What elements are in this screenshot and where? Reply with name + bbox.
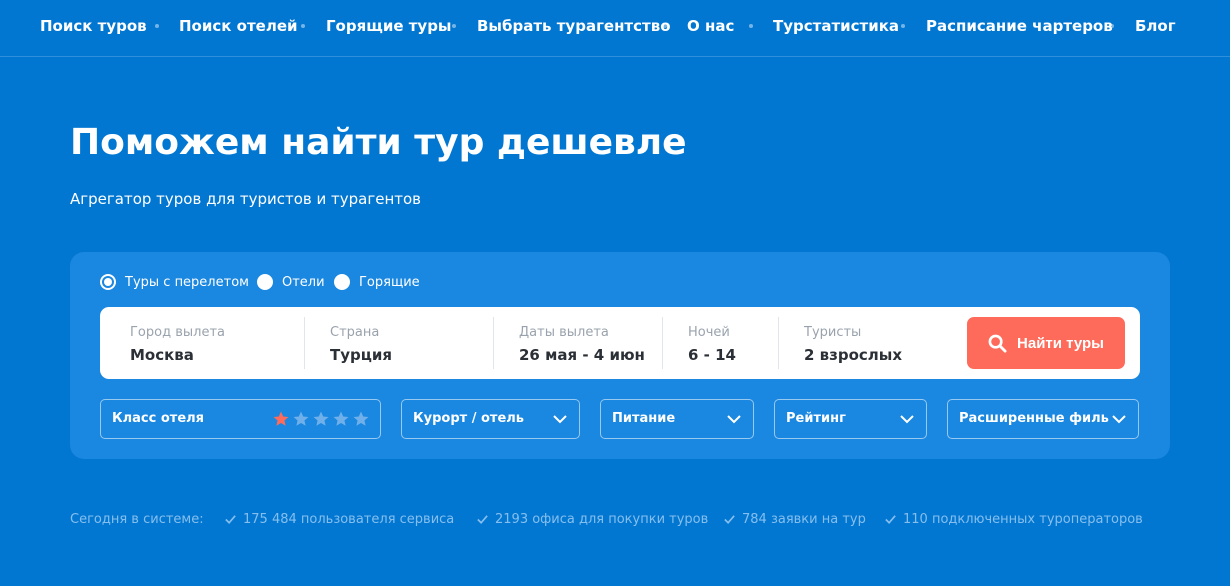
field-divider [304, 317, 305, 369]
nav-separator-dot [1110, 24, 1114, 28]
find-tours-label: Найти туры [1017, 334, 1104, 352]
stat-text: 2193 офиса для покупки туров [495, 512, 709, 527]
star-empty-icon[interactable] [292, 410, 310, 428]
chevron-down-icon [1112, 415, 1126, 424]
country-field[interactable]: Страна Турция [330, 317, 490, 369]
top-navigation: Поиск туров Поиск отелей Горящие туры Вы… [0, 0, 1230, 57]
field-value: Москва [130, 346, 194, 364]
tourists-field[interactable]: Туристы 2 взрослых [804, 317, 944, 369]
star-rating[interactable] [270, 410, 370, 428]
check-icon [885, 515, 896, 524]
nav-separator-dot [301, 24, 305, 28]
departure-dates-field[interactable]: Даты вылета 26 мая - 4 июн [519, 317, 659, 369]
stat-users: 175 484 пользователя сервиса [224, 512, 454, 527]
filter-label: Класс отеля [112, 411, 205, 426]
radio-unchecked-icon [334, 274, 350, 290]
filter-label: Курорт / отель [413, 411, 525, 426]
stats-label: Сегодня в системе: [70, 512, 204, 527]
nav-separator-dot [452, 24, 456, 28]
nav-separator-dot [155, 24, 159, 28]
meal-filter[interactable]: Питание [600, 399, 754, 439]
find-tours-button[interactable]: Найти туры [967, 317, 1125, 369]
search-icon [988, 334, 1007, 353]
star-empty-icon[interactable] [332, 410, 350, 428]
chevron-down-icon [553, 415, 567, 424]
stat-offices: 2193 офиса для покупки туров [476, 512, 708, 527]
field-value: Турция [330, 346, 393, 364]
chevron-down-icon [727, 415, 741, 424]
filter-label: Расширенные филь... [959, 411, 1109, 426]
stat-text: 110 подключенных туроператоров [903, 512, 1143, 527]
nav-item-hot-tours[interactable]: Горящие туры [326, 17, 452, 35]
mode-radio-hot-deals[interactable]: Горящие [334, 272, 420, 292]
stat-requests: 784 заявки на тур [723, 512, 866, 527]
field-divider [778, 317, 779, 369]
nav-item-choose-agency[interactable]: Выбрать турагентство [477, 17, 671, 35]
filter-label: Рейтинг [786, 411, 846, 426]
departure-city-field[interactable]: Город вылета Москва [130, 317, 300, 369]
mode-label: Туры с перелетом [125, 274, 249, 290]
check-icon [724, 515, 735, 524]
star-filled-icon[interactable] [272, 410, 290, 428]
star-empty-icon[interactable] [352, 410, 370, 428]
advanced-filters[interactable]: Расширенные филь... [947, 399, 1139, 439]
field-label: Ночей [688, 325, 730, 340]
mode-radio-hotels[interactable]: Отели [257, 272, 325, 292]
check-icon [225, 515, 236, 524]
nav-item-hotel-search[interactable]: Поиск отелей [179, 17, 298, 35]
radio-unchecked-icon [257, 274, 273, 290]
star-empty-icon[interactable] [312, 410, 330, 428]
nav-separator-dot [901, 24, 905, 28]
mode-radio-tours-with-flight[interactable]: Туры с перелетом [100, 272, 249, 292]
field-value: 6 - 14 [688, 346, 736, 364]
nav-separator-dot [749, 24, 753, 28]
stat-text: 175 484 пользователя сервиса [243, 512, 455, 527]
nav-item-blog[interactable]: Блог [1135, 17, 1176, 35]
field-label: Страна [330, 325, 380, 340]
field-divider [493, 317, 494, 369]
field-divider [662, 317, 663, 369]
search-bar: Город вылета Москва Страна Турция Даты в… [100, 307, 1140, 379]
page-subtitle: Агрегатор туров для туристов и турагенто… [70, 190, 422, 208]
field-label: Даты вылета [519, 325, 609, 340]
nav-item-tour-stats[interactable]: Турстатистика [773, 17, 899, 35]
stat-operators: 110 подключенных туроператоров [884, 512, 1143, 527]
field-label: Туристы [804, 325, 862, 340]
rating-filter[interactable]: Рейтинг [774, 399, 927, 439]
field-value: 26 мая - 4 июн [519, 346, 645, 364]
field-value: 2 взрослых [804, 346, 903, 364]
nav-item-charter-schedule[interactable]: Расписание чартеров [926, 17, 1113, 35]
chevron-down-icon [900, 415, 914, 424]
stat-text: 784 заявки на тур [742, 512, 866, 527]
page-title: Поможем найти тур дешевле [70, 122, 687, 163]
resort-hotel-filter[interactable]: Курорт / отель [401, 399, 580, 439]
search-panel: Туры с перелетом Отели Горящие Город выл… [70, 252, 1170, 459]
nav-separator-dot [663, 24, 667, 28]
nav-item-about[interactable]: О нас [687, 17, 734, 35]
mode-label: Горящие [359, 274, 420, 290]
filter-label: Питание [612, 411, 676, 426]
nav-item-tour-search[interactable]: Поиск туров [40, 17, 147, 35]
mode-label: Отели [282, 274, 325, 290]
nights-field[interactable]: Ночей 6 - 14 [688, 317, 773, 369]
radio-checked-icon [100, 274, 116, 290]
field-label: Город вылета [130, 325, 225, 340]
hotel-class-filter[interactable]: Класс отеля [100, 399, 381, 439]
check-icon [477, 515, 488, 524]
